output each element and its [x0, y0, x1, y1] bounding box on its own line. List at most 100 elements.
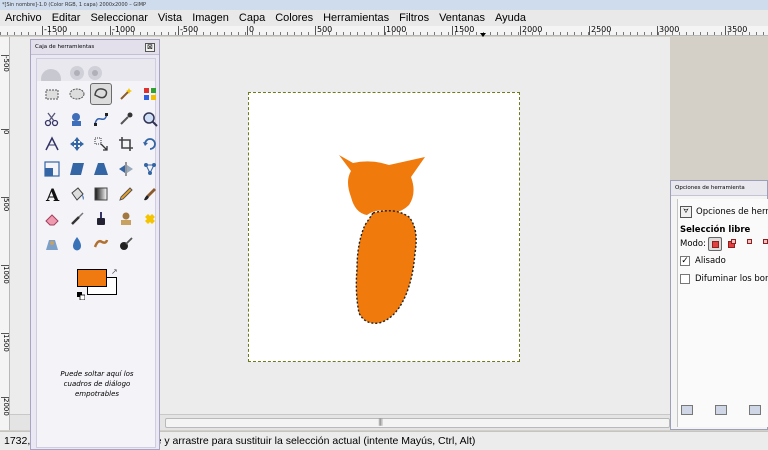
delete-options-icon[interactable] — [749, 405, 761, 415]
ruler-label: -500 — [178, 26, 199, 35]
dodge-burn-tool[interactable] — [115, 233, 137, 255]
svg-text:A: A — [45, 186, 60, 203]
ruler-label: 500 — [1, 197, 10, 212]
fuzzy-select-icon — [119, 88, 132, 100]
cage-icon — [144, 163, 156, 175]
paintbrush-tool[interactable] — [139, 183, 161, 205]
menu-capa[interactable]: Capa — [234, 10, 270, 26]
blur-tool[interactable] — [66, 233, 88, 255]
ruler-label: 500 — [315, 26, 333, 35]
save-options-icon[interactable] — [681, 405, 693, 415]
menu-seleccionar[interactable]: Seleccionar — [85, 10, 152, 26]
antialias-checkbox[interactable]: ✓ — [680, 256, 690, 266]
tool-options-body: ᗊ Opciones de herramie Selección libre Mo… — [677, 199, 768, 427]
ruler-label: 2500 — [589, 26, 612, 35]
tool-options-window: Opciones de herramienta ᗊ Opciones de her… — [670, 180, 768, 430]
mode-row: Modo: — [680, 237, 768, 251]
free-select-tool[interactable] — [90, 83, 112, 105]
toolbox-header[interactable]: Caja de herramientas ⊠ — [31, 40, 159, 55]
menu-herramientas[interactable]: Herramientas — [318, 10, 394, 26]
perspective-clone-tool[interactable] — [41, 233, 63, 255]
menu-ventanas[interactable]: Ventanas — [434, 10, 490, 26]
rotate-icon — [143, 138, 156, 150]
horizontal-ruler[interactable]: -1500 -1000 -500 0 500 1000 1500 2000 25… — [0, 26, 768, 36]
shear-tool[interactable] — [66, 158, 88, 180]
ink-tool[interactable] — [90, 208, 112, 230]
scrollbar-thumb[interactable] — [165, 418, 670, 428]
mode-add-button[interactable] — [724, 237, 738, 251]
menu-vista[interactable]: Vista — [153, 10, 187, 26]
ruler-label: -1000 — [110, 26, 136, 35]
menu-imagen[interactable]: Imagen — [187, 10, 234, 26]
ruler-label: 2000 — [1, 397, 10, 416]
menu-ayuda[interactable]: Ayuda — [490, 10, 531, 26]
pencil-icon — [118, 187, 133, 201]
cage-tool[interactable] — [139, 158, 161, 180]
scrollbar-grip-icon: ||| — [378, 418, 383, 426]
crop-tool[interactable] — [115, 133, 137, 155]
feather-label: Difuminar los bordes — [695, 274, 768, 284]
foreground-color-swatch[interactable] — [77, 269, 107, 287]
scale-icon — [44, 161, 60, 177]
rect-select-icon — [45, 89, 59, 100]
paths-icon — [94, 113, 108, 126]
ellipse-select-tool[interactable] — [66, 83, 88, 105]
flip-tool[interactable] — [115, 158, 137, 180]
toolbox-panel: A ↗ Puede soltar aquí los cuadros de diá… — [36, 58, 158, 448]
rotate-tool[interactable] — [139, 133, 161, 155]
blur-icon — [72, 237, 81, 251]
menu-filtros[interactable]: Filtros — [394, 10, 434, 26]
image-canvas[interactable] — [248, 92, 520, 362]
eraser-tool[interactable] — [41, 208, 63, 230]
color-picker-tool[interactable] — [115, 108, 137, 130]
rect-select-tool[interactable] — [41, 83, 63, 105]
paths-tool[interactable] — [90, 108, 112, 130]
reset-colors-icon[interactable] — [77, 292, 85, 300]
menu-colores[interactable]: Colores — [270, 10, 318, 26]
tool-options-header[interactable]: Opciones de herramienta — [671, 181, 767, 196]
clone-tool[interactable] — [115, 208, 137, 230]
select-by-color-tool[interactable] — [139, 83, 161, 105]
text-tool[interactable]: A — [41, 183, 63, 205]
perspective-tool[interactable] — [90, 158, 112, 180]
scissors-tool[interactable] — [41, 108, 63, 130]
mode-subtract-button[interactable] — [740, 237, 754, 251]
move-tool[interactable] — [66, 133, 88, 155]
mode-replace-button[interactable] — [708, 237, 722, 251]
menu-archivo[interactable]: Archivo — [0, 10, 47, 26]
perspective-icon — [94, 163, 108, 175]
ruler-label: -1500 — [42, 26, 68, 35]
heal-icon — [145, 214, 155, 224]
restore-options-icon[interactable] — [715, 405, 727, 415]
menu-editar[interactable]: Editar — [47, 10, 86, 26]
blend-tool[interactable] — [90, 183, 112, 205]
drawing — [339, 155, 425, 324]
airbrush-icon — [70, 212, 84, 225]
heal-tool[interactable] — [139, 208, 161, 230]
smudge-tool[interactable] — [90, 233, 112, 255]
antialias-row[interactable]: ✓ Alisado — [680, 255, 726, 267]
move-icon — [69, 137, 84, 151]
vertical-ruler[interactable]: -500 0 500 1000 1500 2000 — [0, 37, 10, 430]
scale-tool[interactable] — [41, 158, 63, 180]
fuzzy-select-tool[interactable] — [115, 83, 137, 105]
feather-checkbox[interactable] — [680, 274, 690, 284]
measure-tool[interactable] — [41, 133, 63, 155]
pencil-tool[interactable] — [115, 183, 137, 205]
close-icon[interactable]: ⊠ — [145, 43, 155, 52]
toolbox-window: Caja de herramientas ⊠ A ↗ Puede soltar … — [30, 39, 160, 450]
foreground-select-tool[interactable] — [66, 108, 88, 130]
ellipse-select-icon — [69, 88, 84, 100]
airbrush-tool[interactable] — [66, 208, 88, 230]
feather-row[interactable]: Difuminar los bordes — [680, 273, 768, 285]
swap-colors-icon[interactable]: ↗ — [111, 267, 118, 276]
mode-label: Modo: — [680, 239, 706, 249]
bucket-fill-tool[interactable] — [66, 183, 88, 205]
align-tool[interactable] — [90, 133, 112, 155]
flip-icon — [118, 162, 133, 176]
fox-head-shape — [339, 155, 425, 215]
blend-icon — [94, 187, 108, 201]
mode-intersect-button[interactable] — [756, 237, 768, 251]
scissors-icon — [44, 112, 59, 127]
zoom-tool[interactable] — [139, 108, 161, 130]
